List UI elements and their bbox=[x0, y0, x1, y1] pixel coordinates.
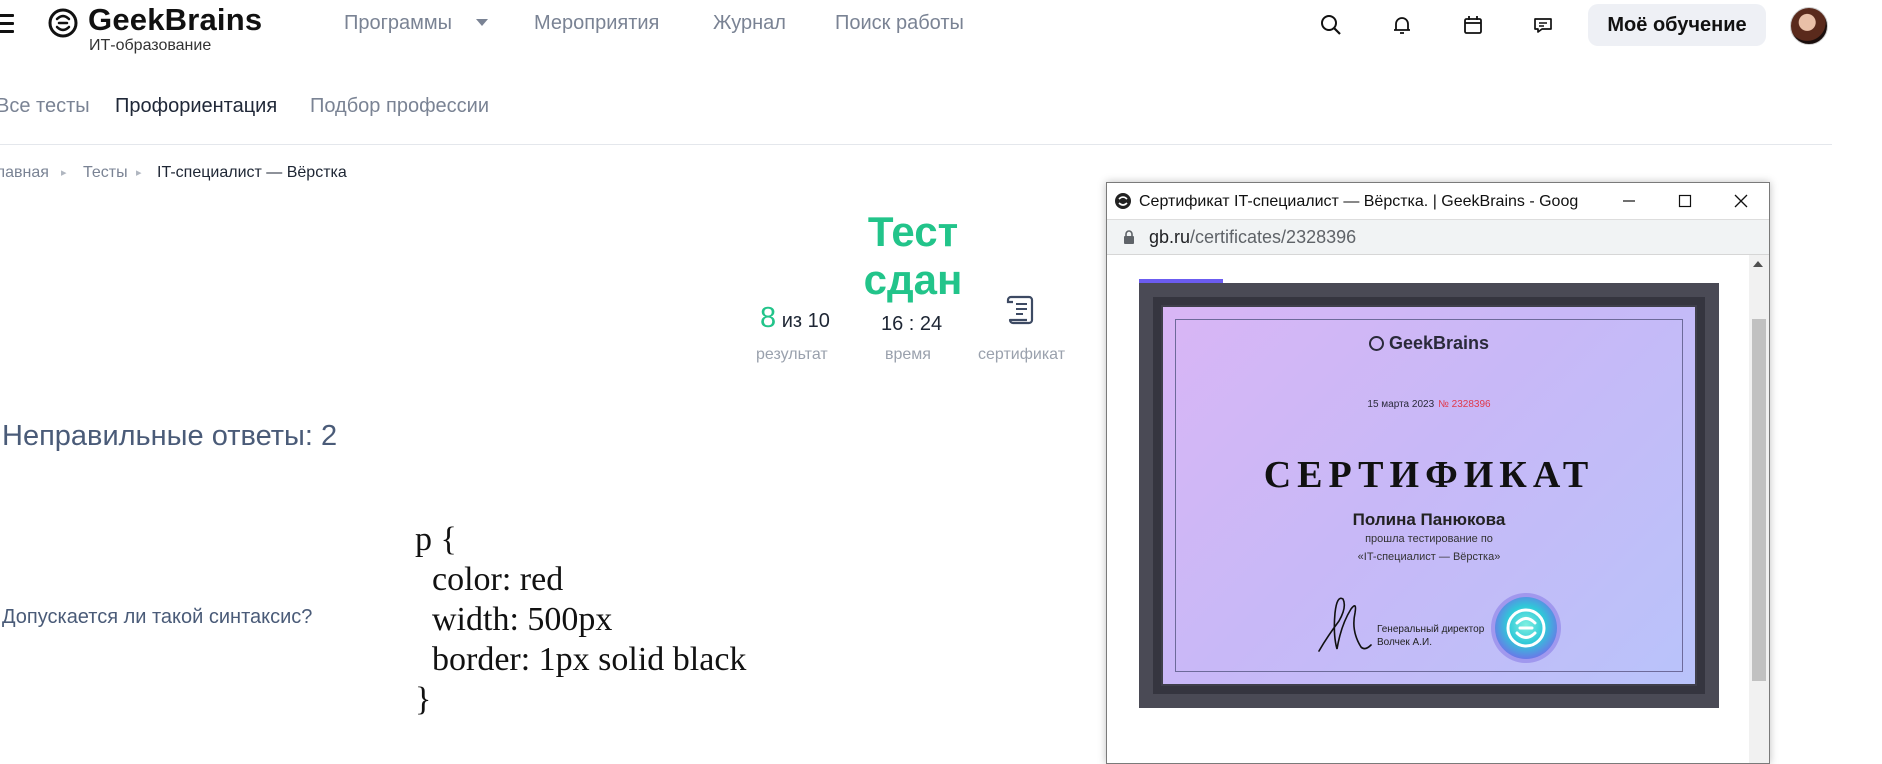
address-bar[interactable]: gb.ru/certificates/2328396 bbox=[1107, 220, 1769, 255]
breadcrumb-home[interactable]: Главная bbox=[0, 164, 49, 182]
score-caption: результат bbox=[756, 346, 828, 363]
signer-role: Генеральный директор bbox=[1377, 624, 1485, 635]
calendar-icon[interactable] bbox=[1460, 12, 1486, 38]
tab-profession-selection[interactable]: Подбор профессии bbox=[310, 95, 489, 118]
score-total: из 10 bbox=[781, 310, 830, 332]
seal-icon bbox=[1491, 593, 1561, 663]
certificate-date: 15 марта 2023 bbox=[1367, 399, 1435, 410]
close-button[interactable] bbox=[1713, 183, 1769, 219]
scrollbar-thumb[interactable] bbox=[1752, 319, 1766, 681]
search-icon[interactable] bbox=[1318, 12, 1344, 38]
code-line: border: 1px solid black bbox=[415, 641, 747, 678]
nav-job-search[interactable]: Поиск работы bbox=[835, 12, 964, 35]
minimize-button[interactable] bbox=[1601, 183, 1657, 219]
nav-programs[interactable]: Программы bbox=[344, 12, 452, 35]
code-line: color: red bbox=[415, 561, 564, 598]
code-line: width: 500px bbox=[415, 601, 613, 638]
certificate-course: «IT-специалист — Вёрстка» bbox=[1357, 551, 1501, 563]
test-passed-title: Тест сдан bbox=[863, 208, 963, 303]
certificate-number: № 2328396 bbox=[1438, 399, 1491, 410]
certificate-recipient: Полина Панюкова bbox=[1352, 510, 1506, 529]
menu-icon[interactable] bbox=[0, 14, 14, 33]
my-learning-button[interactable]: Моё обучение bbox=[1588, 4, 1766, 46]
lock-icon[interactable] bbox=[1123, 230, 1135, 244]
signature-icon bbox=[1318, 597, 1372, 652]
maximize-icon bbox=[1678, 194, 1692, 208]
code-line: p { bbox=[415, 521, 457, 558]
close-icon bbox=[1734, 194, 1748, 208]
chat-icon[interactable] bbox=[1530, 12, 1556, 38]
time-value: 16 : 24 bbox=[881, 313, 943, 335]
wrong-answers-heading: Неправильные ответы: 2 bbox=[2, 420, 338, 452]
scroll-up-arrow-icon[interactable] bbox=[1753, 261, 1763, 267]
certificate: GeekBrains 15 марта 2023 № 2328396 СЕРТИФ… bbox=[1163, 307, 1695, 684]
score-number: 8 bbox=[760, 302, 777, 334]
divider bbox=[0, 144, 1832, 145]
url-text[interactable]: gb.ru/certificates/2328396 bbox=[1149, 227, 1356, 248]
minimize-icon bbox=[1623, 200, 1635, 202]
url-host: gb.ru bbox=[1149, 227, 1191, 247]
time-caption: время bbox=[885, 346, 931, 363]
score-value: 8 из 10 bbox=[760, 302, 830, 335]
certificate-popup-window[interactable]: Сертификат IT-специалист — Вёрстка. | Ge… bbox=[1106, 182, 1770, 764]
window-title: Сертификат IT-специалист — Вёрстка. | Ge… bbox=[1139, 193, 1579, 210]
certificate-line: прошла тестирование по bbox=[1365, 533, 1493, 545]
logo-name[interactable]: GeekBrains bbox=[88, 2, 262, 38]
code-line: } bbox=[415, 681, 432, 718]
geekbrains-logo-icon bbox=[1368, 336, 1384, 351]
tab-career-guidance[interactable]: Профориентация bbox=[115, 95, 277, 118]
breadcrumb-separator-icon: ▸ bbox=[61, 167, 67, 179]
breadcrumb-current: IT-специалист — Вёрстка bbox=[157, 164, 347, 181]
geekbrains-logo-icon bbox=[48, 8, 78, 38]
maximize-button[interactable] bbox=[1657, 183, 1713, 219]
nav-journal[interactable]: Журнал bbox=[713, 12, 786, 35]
signer-block: Генеральный директор Волчек А.И. bbox=[1377, 623, 1484, 649]
certificate-brand-name: GeekBrains bbox=[1388, 333, 1490, 353]
certificate-heading: СЕРТИФИКАТ bbox=[1263, 454, 1595, 496]
certificate-meta: 15 марта 2023 № 2328396 bbox=[1163, 399, 1695, 410]
certificate-icon[interactable] bbox=[1003, 292, 1039, 328]
nav-events[interactable]: Мероприятия bbox=[534, 12, 659, 35]
certificate-brand: GeekBrains bbox=[1163, 333, 1695, 354]
logo-subtitle: ИТ-образование bbox=[89, 37, 212, 54]
url-path: /certificates/2328396 bbox=[1190, 227, 1357, 247]
window-titlebar[interactable]: Сертификат IT-специалист — Вёрстка. | Ge… bbox=[1107, 183, 1769, 220]
signer-name: Волчек А.И. bbox=[1377, 637, 1432, 648]
chevron-down-icon[interactable] bbox=[476, 19, 488, 26]
question-text: Допускается ли такой синтаксис? bbox=[2, 606, 313, 628]
certificate-caption[interactable]: сертификат bbox=[978, 346, 1065, 364]
breadcrumb-tests[interactable]: Тесты bbox=[83, 164, 128, 182]
geekbrains-favicon-icon bbox=[1115, 193, 1131, 209]
question-code: p { color: red width: 500px border: 1px … bbox=[415, 520, 746, 720]
breadcrumb-separator-icon: ▸ bbox=[136, 167, 142, 179]
tab-all-tests[interactable]: Все тесты bbox=[0, 95, 90, 118]
avatar[interactable] bbox=[1790, 7, 1828, 45]
bell-icon[interactable] bbox=[1389, 12, 1415, 38]
